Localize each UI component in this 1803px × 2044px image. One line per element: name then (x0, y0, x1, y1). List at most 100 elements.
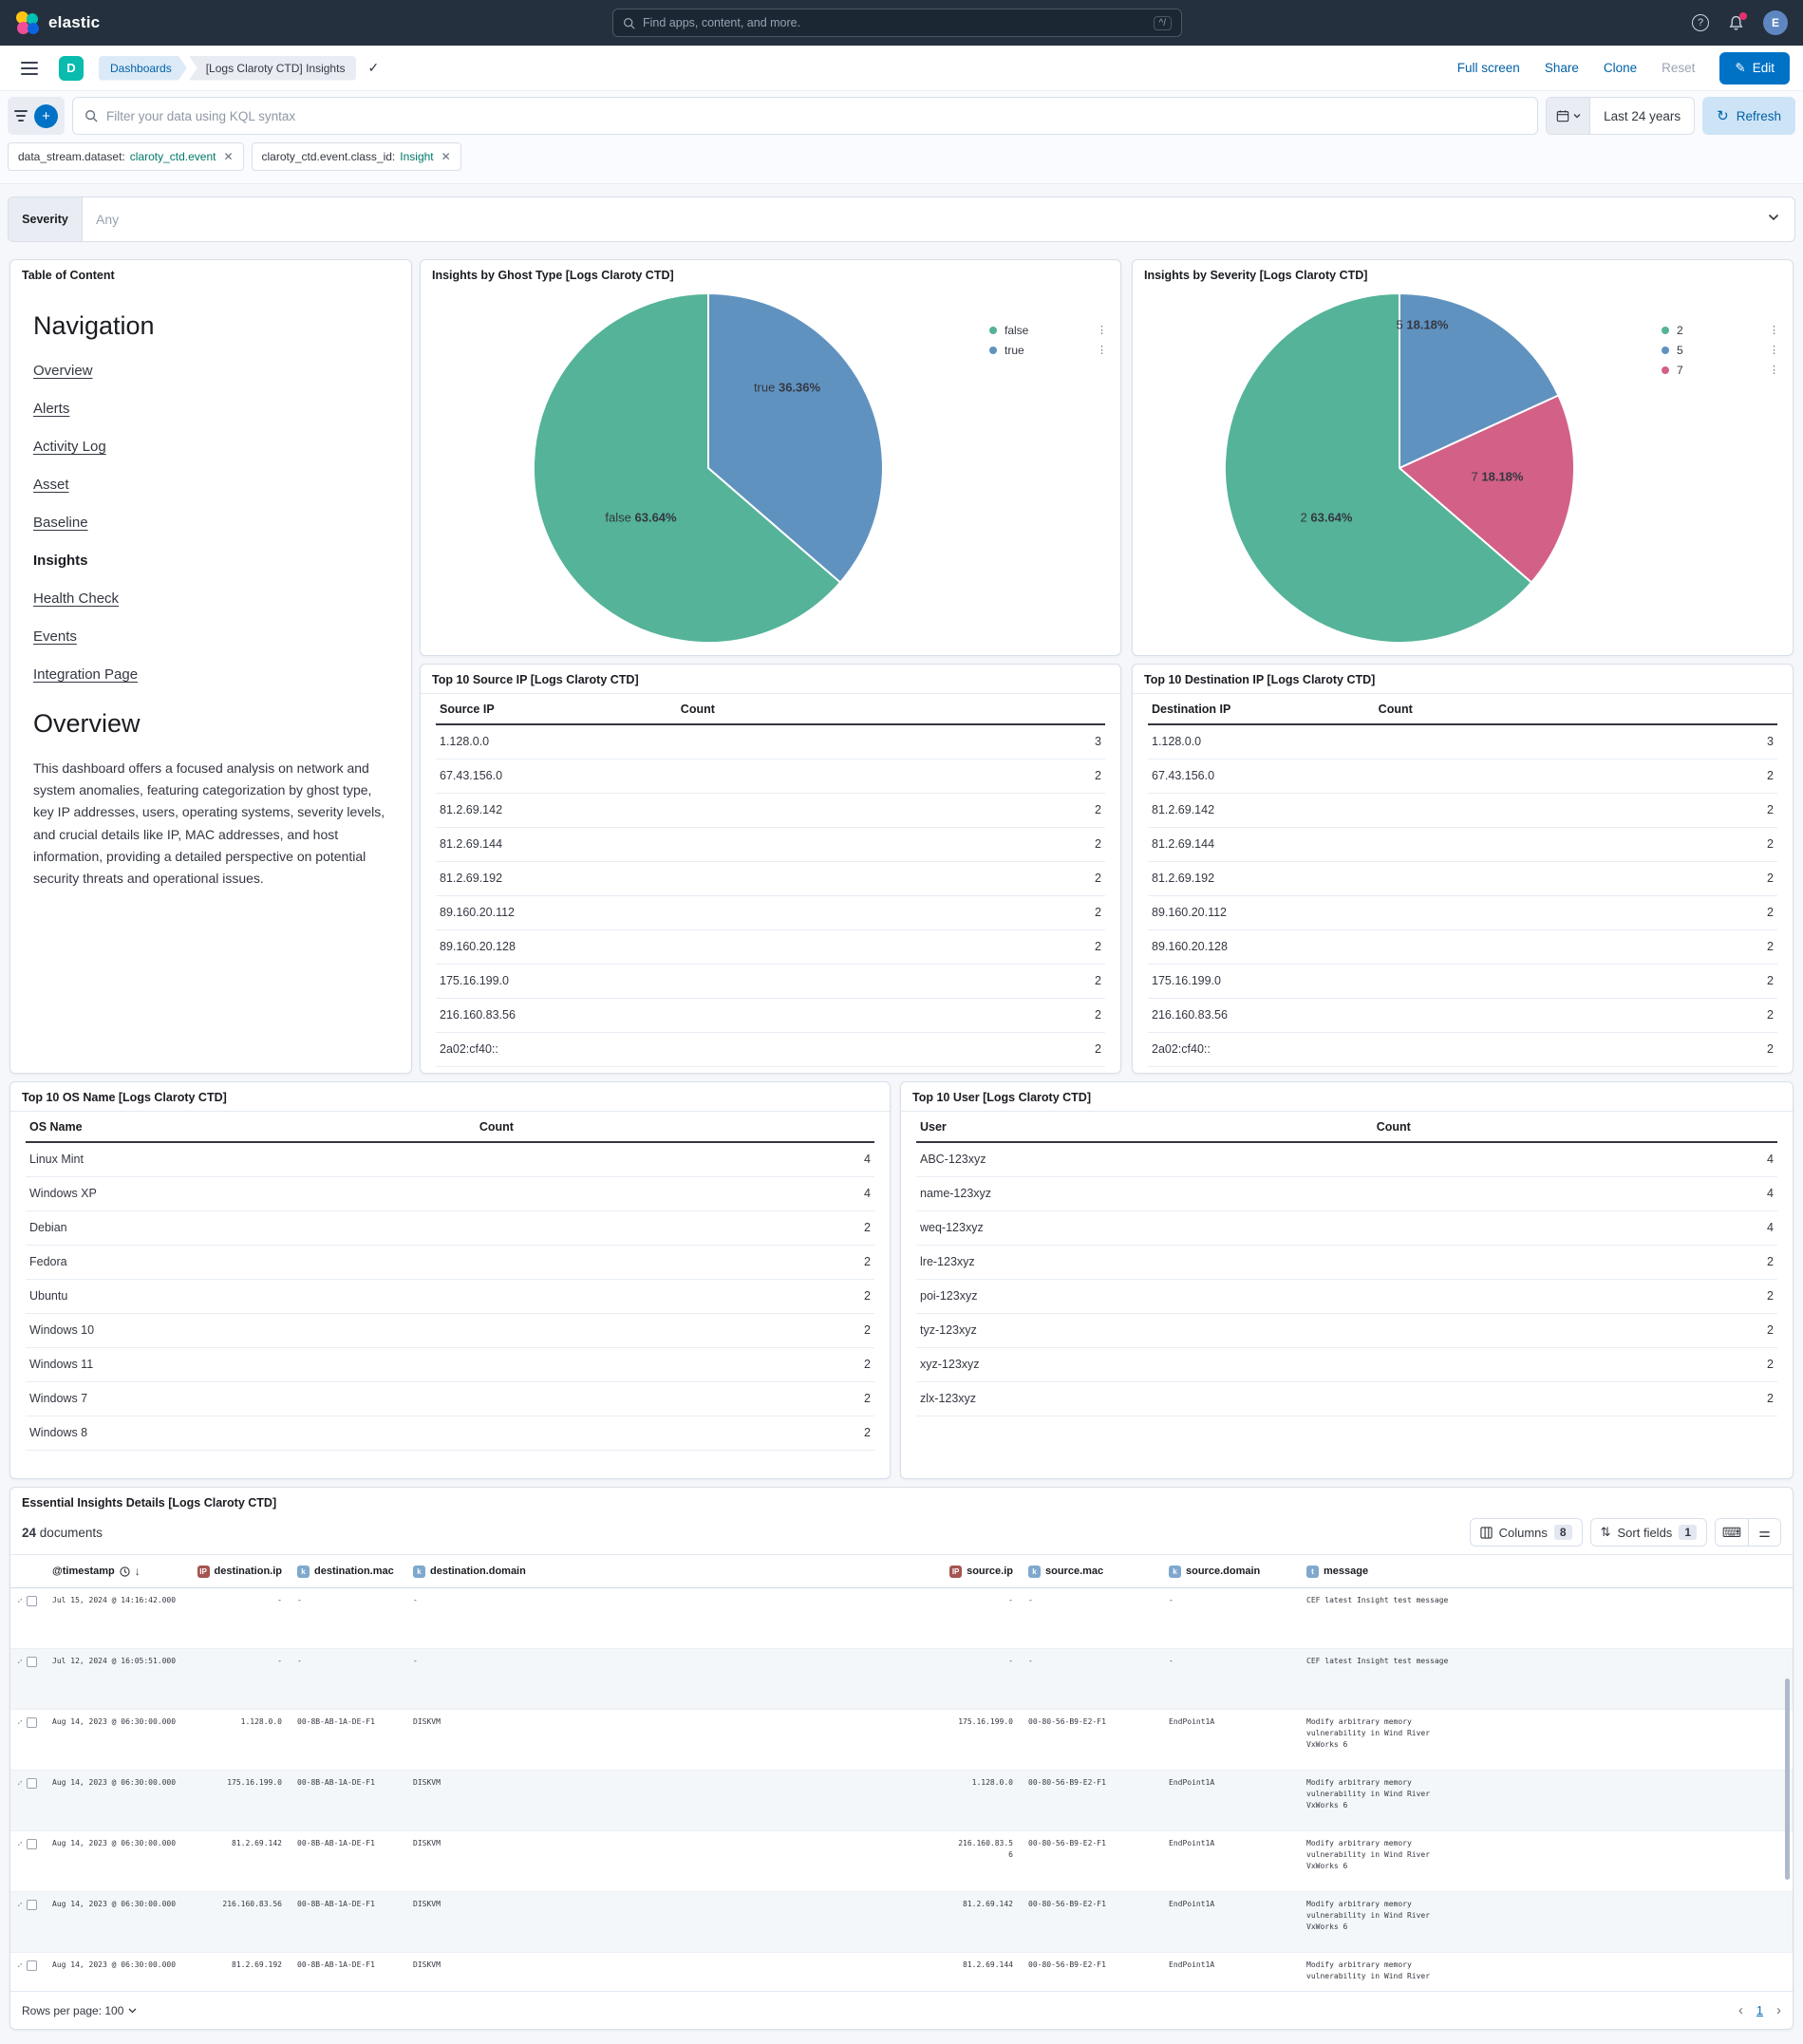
table-row[interactable]: Fedora2 (26, 1245, 874, 1279)
elastic-logo[interactable]: elastic (15, 10, 100, 35)
toc-link-events[interactable]: Events (33, 628, 77, 645)
breadcrumb-dashboards[interactable]: Dashboards (99, 56, 187, 81)
table-row[interactable]: Debian2 (26, 1210, 874, 1245)
toc-link-alerts[interactable]: Alerts (33, 401, 69, 417)
toc-link-integration-page[interactable]: Integration Page (33, 666, 138, 683)
menu-icon[interactable] (21, 62, 38, 75)
display-options-button[interactable]: ⚌ (1748, 1519, 1780, 1546)
columns-button[interactable]: Columns 8 (1470, 1518, 1583, 1547)
table-row[interactable]: Windows 102 (26, 1313, 874, 1347)
dashboards-app-icon[interactable]: D (59, 56, 84, 81)
table-row[interactable]: 175.16.199.02 (1148, 964, 1777, 998)
table-row[interactable]: xyz-123xyz2 (916, 1347, 1777, 1381)
legend-menu-icon[interactable]: ⋮ (1097, 326, 1107, 336)
legend-item-false[interactable]: false ⋮ (989, 324, 1107, 337)
legend-menu-icon[interactable]: ⋮ (1769, 366, 1779, 376)
legend-item-5[interactable]: 5 ⋮ (1662, 344, 1779, 357)
column-header-source-domain[interactable]: k source.domain (1161, 1566, 1299, 1578)
column-header-source-mac[interactable]: k source.mac (1021, 1566, 1161, 1578)
expand-row-icon[interactable] (18, 1900, 22, 1909)
table-row[interactable]: 81.2.69.1442 (1148, 827, 1777, 861)
column-header[interactable]: User (916, 1112, 1373, 1142)
table-row[interactable]: Windows 82 (26, 1416, 874, 1450)
legend-menu-icon[interactable]: ⋮ (1097, 346, 1107, 356)
table-row[interactable]: Linux Mint4 (26, 1142, 874, 1176)
reset-button[interactable]: Reset (1662, 61, 1695, 75)
table-row[interactable]: 216.160.83.562 (436, 998, 1105, 1032)
table-row[interactable]: 175.16.199.02 (436, 964, 1105, 998)
user-avatar[interactable]: E (1763, 10, 1788, 35)
page-number[interactable]: 1 (1756, 2004, 1763, 2017)
row-checkbox[interactable] (27, 1596, 37, 1606)
toc-link-asset[interactable]: Asset (33, 477, 69, 493)
table-row[interactable]: 89.160.20.1282 (1148, 929, 1777, 964)
legend-menu-icon[interactable]: ⋮ (1769, 346, 1779, 356)
breadcrumb-current-page[interactable]: [Logs Claroty CTD] Insights (189, 56, 357, 81)
row-checkbox[interactable] (27, 1900, 37, 1910)
row-checkbox[interactable] (27, 1778, 37, 1789)
filter-pill-class-id[interactable]: claroty_ctd.event.class_id: Insight ✕ (252, 142, 461, 171)
close-icon[interactable]: ✕ (441, 150, 451, 163)
previous-page-icon[interactable]: ‹ (1738, 2002, 1743, 2018)
global-search-input[interactable]: Find apps, content, and more. ^/ (612, 9, 1182, 37)
vertical-scrollbar[interactable] (1785, 1678, 1790, 1880)
column-header-destination-mac[interactable]: k destination.mac (290, 1566, 405, 1578)
row-checkbox[interactable] (27, 1960, 37, 1971)
severity-control[interactable]: Severity Any (8, 197, 1795, 242)
table-row[interactable]: poi-123xyz2 (916, 1279, 1777, 1313)
table-row[interactable]: Windows 112 (26, 1347, 874, 1381)
table-row[interactable]: ABC-123xyz4 (916, 1142, 1777, 1176)
table-row[interactable]: 81.2.69.1422 (436, 793, 1105, 827)
table-row[interactable]: 2a02:cf40::2 (436, 1032, 1105, 1066)
expand-row-icon[interactable] (18, 1778, 22, 1788)
table-row[interactable]: 89.160.20.1282 (436, 929, 1105, 964)
table-row[interactable]: 67.43.156.02 (436, 759, 1105, 793)
table-row[interactable]: lre-123xyz2 (916, 1245, 1777, 1279)
expand-row-icon[interactable] (18, 1717, 22, 1727)
row-checkbox[interactable] (27, 1657, 37, 1667)
add-filter-button[interactable]: + (34, 104, 58, 128)
column-header-timestamp[interactable]: @timestamp ↓ (45, 1565, 185, 1578)
close-icon[interactable]: ✕ (223, 150, 233, 163)
table-row[interactable]: 81.2.69.1442 (436, 827, 1105, 861)
table-row[interactable]: name-123xyz4 (916, 1176, 1777, 1210)
column-header[interactable]: OS Name (26, 1112, 476, 1142)
column-header[interactable]: Count (677, 694, 1105, 724)
filter-icon[interactable] (14, 110, 28, 122)
table-row[interactable]: tyz-123xyz2 (916, 1313, 1777, 1347)
calendar-button[interactable] (1547, 98, 1590, 134)
kql-search-input[interactable]: Filter your data using KQL syntax (72, 97, 1538, 135)
rows-per-page-select[interactable]: Rows per page: 100 (22, 2004, 137, 2017)
toc-link-activity-log[interactable]: Activity Log (33, 439, 106, 455)
keyboard-shortcuts-button[interactable]: ⌨ (1716, 1519, 1748, 1546)
column-header[interactable]: Source IP (436, 694, 677, 724)
row-checkbox[interactable] (27, 1717, 37, 1728)
sort-fields-button[interactable]: ⇅ Sort fields 1 (1590, 1518, 1707, 1547)
table-row[interactable]: 89.160.20.1122 (436, 895, 1105, 929)
column-header[interactable]: Count (476, 1112, 874, 1142)
expand-row-icon[interactable] (18, 1839, 22, 1848)
expand-row-icon[interactable] (18, 1960, 22, 1970)
table-row[interactable]: zlx-123xyz2 (916, 1381, 1777, 1416)
table-row[interactable]: 81.2.69.1422 (1148, 793, 1777, 827)
clone-button[interactable]: Clone (1604, 61, 1637, 75)
column-header-source-ip[interactable]: IP source.ip (947, 1566, 1021, 1578)
toc-link-baseline[interactable]: Baseline (33, 515, 88, 531)
table-row[interactable]: weq-123xyz4 (916, 1210, 1777, 1245)
legend-menu-icon[interactable]: ⋮ (1769, 326, 1779, 336)
filter-pill-dataset[interactable]: data_stream.dataset: claroty_ctd.event ✕ (8, 142, 244, 171)
table-row[interactable]: 81.2.69.1922 (1148, 861, 1777, 895)
expand-row-icon[interactable] (18, 1657, 22, 1666)
column-header-destination-ip[interactable]: IP destination.ip (185, 1566, 290, 1578)
table-row[interactable]: 81.2.69.1922 (436, 861, 1105, 895)
row-checkbox[interactable] (27, 1839, 37, 1849)
table-row[interactable]: 67.43.156.02 (1148, 759, 1777, 793)
column-header-message[interactable]: t message (1299, 1566, 1460, 1578)
refresh-button[interactable]: ↻ Refresh (1702, 97, 1795, 135)
time-range-value[interactable]: Last 24 years (1590, 98, 1694, 134)
notifications-button[interactable] (1728, 15, 1744, 31)
expand-row-icon[interactable] (18, 1596, 22, 1605)
column-header[interactable]: Destination IP (1148, 694, 1375, 724)
table-row[interactable]: 1.128.0.03 (436, 724, 1105, 759)
help-icon[interactable]: ? (1692, 14, 1709, 31)
